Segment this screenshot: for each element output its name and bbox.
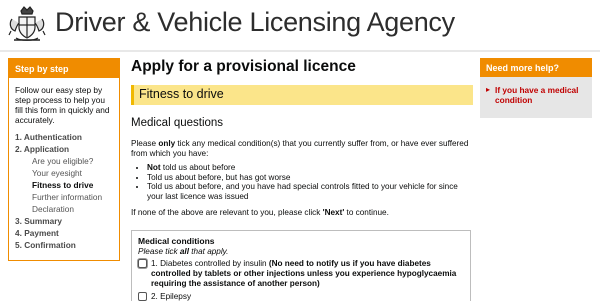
substep-eligible: Are you eligible? [32,156,94,166]
section-heading: Fitness to drive [131,85,473,105]
step-by-step-panel: Step by step Follow our easy step by ste… [8,58,120,261]
step-list: 1. Authentication 2. Application Are you… [9,125,119,251]
step-by-step-intro: Follow our easy step by step process to … [15,85,110,125]
criteria-item: Told us about before, and you have had s… [147,182,473,201]
medical-condition-link[interactable]: ▸ If you have a medical condition [480,77,592,105]
agency-name: Driver & Vehicle Licensing Agency [55,7,455,37]
epilepsy-checkbox[interactable] [138,292,147,301]
condition-diabetes: 1. Diabetes controlled by insulin (No ne… [138,259,464,289]
main-content: Apply for a provisional licence Fitness … [131,58,473,301]
step-authentication: 1. Authentication [15,132,82,142]
step-by-step-title: Step by step [9,59,119,78]
criteria-item: Told us about before, but has got worse [147,173,473,183]
step-summary: 3. Summary [15,216,63,226]
royal-crest-icon [8,6,46,41]
help-panel: Need more help? ▸ If you have a medical … [480,58,592,118]
conditions-instruction: Please tick all that apply. [138,247,229,256]
medical-condition-link-label: If you have a medical condition [495,85,579,105]
medical-instructions: Please only tick any medical condition(s… [131,139,469,158]
criteria-list: Not told us about before Told us about b… [131,163,473,201]
condition-label: 2. Epilepsy [151,292,192,301]
medical-conditions-box: Medical conditions Please tick all that … [131,230,471,301]
conditions-title: Medical conditions [138,236,215,246]
arrow-right-icon: ▸ [486,85,491,94]
site-header: Driver & Vehicle Licensing Agency [0,0,600,50]
step-payment: 4. Payment [15,228,59,238]
criteria-item: Not told us about before [147,163,473,173]
step-confirmation: 5. Confirmation [15,240,76,250]
help-title: Need more help? [480,58,592,77]
substep-fitness-current: Fitness to drive [32,180,94,190]
header-divider [0,50,600,52]
none-relevant-note: If none of the above are relevant to you… [131,208,389,217]
condition-label: 1. Diabetes controlled by insulin [151,259,269,268]
diabetes-checkbox[interactable] [138,259,147,268]
step-application: 2. Application [15,144,70,154]
substep-further-info: Further information [32,192,103,202]
page-title: Apply for a provisional licence [131,58,356,75]
condition-epilepsy: 2. Epilepsy [138,292,464,301]
substep-eyesight: Your eyesight [32,168,82,178]
substep-declaration: Declaration [32,204,74,214]
medical-questions-heading: Medical questions [131,117,224,129]
